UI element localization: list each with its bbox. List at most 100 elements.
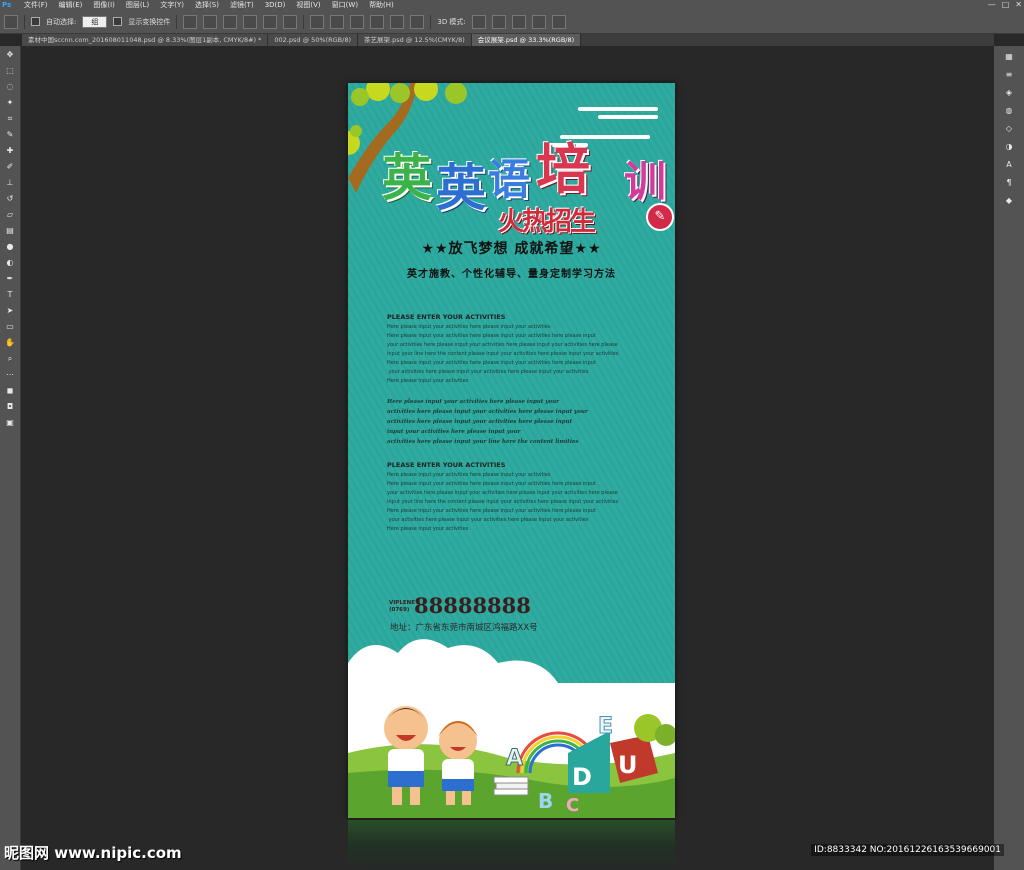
italic-line: input your activities here please input … (387, 429, 521, 435)
paths-panel-icon[interactable]: ◇ (1001, 122, 1017, 136)
divider (303, 14, 305, 29)
poster-slogan: ★★放飞梦想 成就希望★★ (421, 241, 602, 257)
align-bottom-icon[interactable] (223, 14, 238, 29)
screen-mode-icon[interactable]: ▣ (3, 416, 17, 430)
menu-type[interactable]: 文字(Y) (160, 0, 184, 10)
distribute-bottom-icon[interactable] (350, 14, 365, 29)
minimize-button[interactable]: — (988, 0, 996, 10)
distribute-left-icon[interactable] (370, 14, 385, 29)
menu-3d[interactable]: 3D(D) (265, 0, 286, 10)
show-transform-label: 显示变换控件 (128, 17, 171, 26)
healing-brush-tool-icon[interactable]: ✚ (3, 144, 17, 158)
align-vcenter-icon[interactable] (203, 14, 218, 29)
poster-title: 英 英 语 培 训 火热招生 ✎ (370, 143, 674, 237)
color-swatches-icon[interactable]: ◼ (3, 384, 17, 398)
auto-select-checkbox[interactable] (31, 17, 40, 26)
tab-document[interactable]: 002.psd @ 50%(RGB/8) (268, 34, 358, 46)
show-transform-checkbox[interactable] (113, 17, 123, 26)
menu-window[interactable]: 窗口(W) (332, 0, 358, 10)
menu-file[interactable]: 文件(F) (24, 0, 48, 10)
app-logo: Ps (2, 1, 12, 9)
window-controls: — □ ✕ (988, 0, 1022, 10)
distribute-top-icon[interactable] (310, 14, 325, 29)
character-panel-icon[interactable]: A (1001, 158, 1017, 172)
body-line: your activities here please input your a… (387, 490, 618, 496)
dodge-tool-icon[interactable]: ◐ (3, 256, 17, 270)
menu-layer[interactable]: 图层(L) (126, 0, 149, 10)
eraser-tool-icon[interactable]: ▱ (3, 208, 17, 222)
tab-document[interactable]: 茶艺展架.psd @ 12.5%(CMYK/8) (358, 34, 472, 46)
move-tool-icon[interactable]: ✥ (3, 48, 17, 62)
history-panel-icon[interactable]: ▦ (1001, 50, 1017, 64)
crop-tool-icon[interactable]: ⌗ (3, 112, 17, 126)
align-top-icon[interactable] (183, 14, 198, 29)
body-line: your activities here please input your a… (387, 517, 589, 523)
phone-label: VIPLENE (0769) (389, 600, 415, 614)
adjustments-panel-icon[interactable]: ◑ (1001, 140, 1017, 154)
move-tool-preset-icon[interactable] (4, 14, 18, 29)
3d-panel-icon[interactable]: ◆ (1001, 194, 1017, 208)
3d-rotate-icon[interactable] (471, 14, 486, 29)
distribute-hcenter-icon[interactable] (390, 14, 405, 29)
watermark-site: 昵图网 www.nipic.com (4, 844, 182, 862)
3d-roll-icon[interactable] (491, 14, 506, 29)
pen-tool-icon[interactable]: ✒ (3, 272, 17, 286)
document-tabs: 素材中国sccnn.com_20160801104​8.psd @ 8.33%(… (22, 34, 994, 46)
align-right-icon[interactable] (283, 14, 298, 29)
auto-select-label: 自动选择: (46, 17, 77, 26)
properties-panel-icon[interactable]: ≡ (1001, 68, 1017, 82)
hand-tool-icon[interactable]: ✋ (3, 336, 17, 350)
menu-view[interactable]: 视图(V) (296, 0, 320, 10)
3d-pan-icon[interactable] (511, 14, 526, 29)
poster-document[interactable]: 英 英 语 培 训 火热招生 ✎ ★★放飞梦想 成就希望★★ 英才施教、个性化辅… (348, 83, 675, 818)
blur-tool-icon[interactable]: ● (3, 240, 17, 254)
gradient-tool-icon[interactable]: ▤ (3, 224, 17, 238)
title-char: 英 (436, 159, 486, 217)
tab-document-active[interactable]: 会议展架.psd @ 33.3%(RGB/8) (471, 34, 582, 46)
paragraph-panel-icon[interactable]: ¶ (1001, 176, 1017, 190)
type-tool-icon[interactable]: T (3, 288, 17, 302)
history-brush-tool-icon[interactable]: ↺ (3, 192, 17, 206)
title-char: 训 (624, 157, 667, 206)
section-body: Here please input your activities here p… (387, 471, 618, 534)
lasso-tool-icon[interactable]: ◌ (3, 80, 17, 94)
menu-image[interactable]: 图像(I) (93, 0, 115, 10)
brush-tool-icon[interactable]: ✐ (3, 160, 17, 174)
menu-edit[interactable]: 编辑(E) (59, 0, 83, 10)
zoom-tool-icon[interactable]: ⌕ (3, 352, 17, 366)
body-line: Here please input your activities here p… (387, 508, 596, 514)
svg-text:A: A (506, 746, 523, 771)
shape-tool-icon[interactable]: ▭ (3, 320, 17, 334)
align-hcenter-icon[interactable] (263, 14, 278, 29)
kids-illustration: A D U E B C (348, 639, 675, 818)
layers-panel-icon[interactable]: ◈ (1001, 86, 1017, 100)
phone-label-line: VIPLENE (389, 600, 415, 606)
menu-filter[interactable]: 滤镜(T) (230, 0, 254, 10)
poster-subtitle: 火热招生 (498, 207, 596, 237)
magic-wand-tool-icon[interactable]: ✦ (3, 96, 17, 110)
3d-scale-icon[interactable] (551, 14, 566, 29)
eyedropper-tool-icon[interactable]: ✎ (3, 128, 17, 142)
more-tools-icon[interactable]: ⋯ (3, 368, 17, 382)
close-button[interactable]: ✕ (1015, 0, 1022, 10)
body-line: your activities here please input your a… (387, 342, 618, 348)
distribute-vcenter-icon[interactable] (330, 14, 345, 29)
marquee-tool-icon[interactable]: ⬚ (3, 64, 17, 78)
italic-line: activities here please input your activi… (387, 409, 588, 415)
align-left-icon[interactable] (243, 14, 258, 29)
menu-select[interactable]: 选择(S) (195, 0, 219, 10)
maximize-button[interactable]: □ (1002, 0, 1010, 10)
channels-panel-icon[interactable]: ◍ (1001, 104, 1017, 118)
body-line: Here please input your activities here p… (387, 472, 551, 478)
body-line: Here please input your activities here p… (387, 481, 596, 487)
italic-line: activities here please input your activi… (387, 419, 573, 425)
distribute-right-icon[interactable] (410, 14, 425, 29)
path-selection-tool-icon[interactable]: ➤ (3, 304, 17, 318)
tab-document[interactable]: 素材中国sccnn.com_20160801104​8.psd @ 8.33%(… (22, 34, 269, 46)
menu-help[interactable]: 帮助(H) (369, 0, 394, 10)
auto-select-dropdown[interactable]: 组 (82, 15, 108, 28)
quick-mask-icon[interactable]: ◘ (3, 400, 17, 414)
clone-stamp-tool-icon[interactable]: ⊥ (3, 176, 17, 190)
svg-text:U: U (618, 751, 638, 779)
3d-slide-icon[interactable] (531, 14, 546, 29)
